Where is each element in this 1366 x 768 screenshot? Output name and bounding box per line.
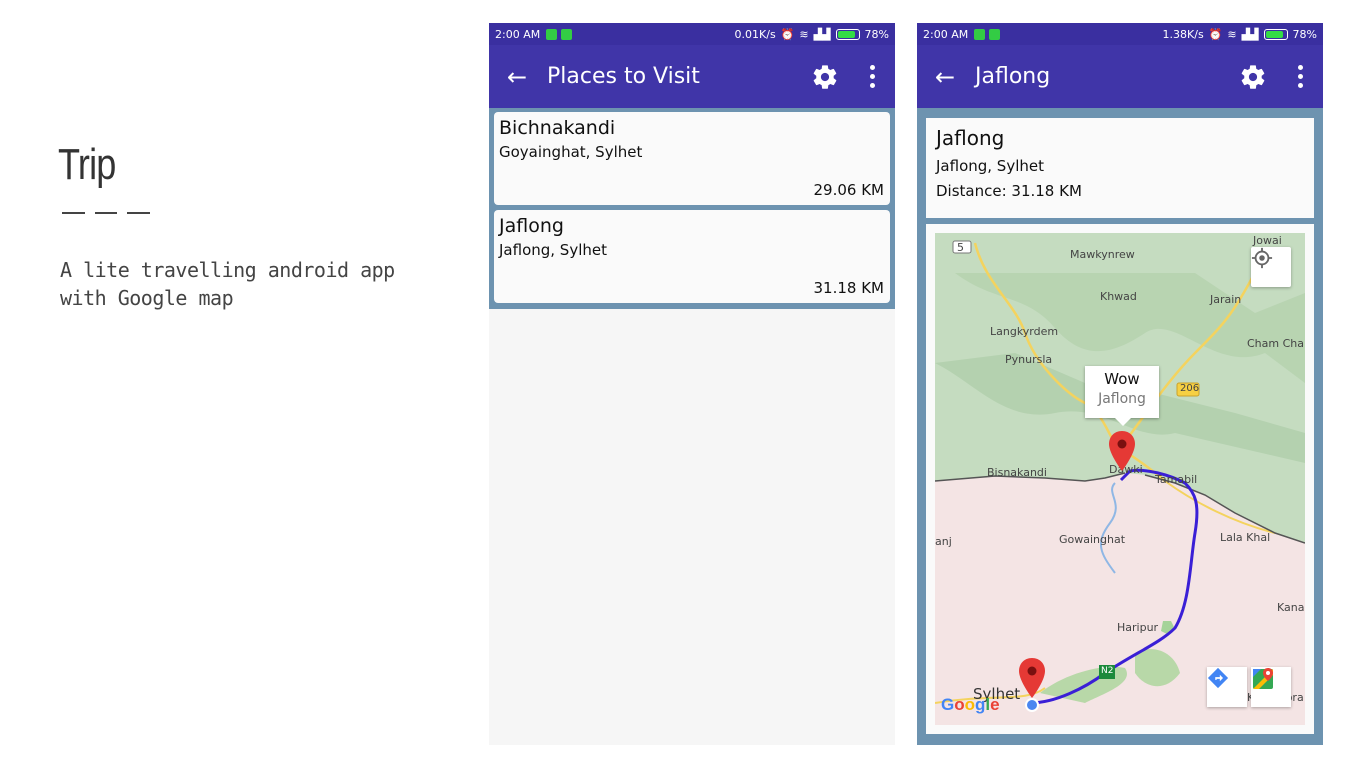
map-label-gowainghat: Gowainghat — [1059, 533, 1126, 546]
network-speed: 1.38K/s — [1162, 27, 1204, 41]
map-label-jarain: Jarain — [1210, 293, 1242, 306]
alarm-icon: ⏰ — [1208, 27, 1223, 41]
status-bar: 2:00 AM 0.01K/s ⏰ ≋ ▟▟ 78% — [489, 23, 895, 45]
directions-icon — [1207, 667, 1229, 689]
page-title: Jaflong — [975, 64, 1051, 89]
my-location-button[interactable] — [1251, 247, 1291, 287]
map-label-mawkynrew: Mawkynrew — [1070, 248, 1135, 261]
map-label-road206: 206 — [1180, 383, 1200, 394]
place-address: Jaflong, Sylhet — [499, 241, 607, 259]
directions-button[interactable] — [1207, 667, 1247, 707]
place-card-jaflong[interactable]: Jaflong Jaflong, Sylhet 31.18 KM — [494, 210, 890, 303]
status-time: 2:00 AM — [495, 27, 541, 41]
open-in-maps-button[interactable] — [1251, 667, 1291, 707]
battery-icon — [835, 28, 860, 40]
detail-name: Jaflong — [936, 126, 1005, 150]
map-label-n2: N2 — [1101, 666, 1114, 676]
detail-distance: Distance: 31.18 KM — [936, 182, 1082, 200]
place-name: Jaflong — [499, 215, 564, 237]
signal-icon: ▟▟ — [813, 27, 831, 41]
info-subtitle: Jaflong — [1098, 391, 1146, 407]
place-distance: 29.06 KM — [813, 181, 885, 199]
marker-info-window[interactable]: Wow Jaflong — [1085, 366, 1159, 426]
page-title: Places to Visit — [547, 64, 700, 89]
info-title: Wow — [1104, 370, 1140, 388]
map-label-haripur: Haripur — [1117, 621, 1159, 634]
place-detail-card: Jaflong Jaflong, Sylhet Distance: 31.18 … — [926, 118, 1314, 218]
my-location-icon — [1251, 247, 1273, 269]
network-speed: 0.01K/s — [734, 27, 776, 41]
intro-title: Trip — [58, 140, 116, 189]
map-label-tamabil: Tamabil — [1155, 473, 1198, 486]
battery-level: 78% — [1292, 27, 1317, 41]
gear-icon[interactable] — [1235, 59, 1271, 95]
map-label-bisnakandi: Bisnakandi — [987, 466, 1047, 479]
map-label-langkyrdem: Langkyrdem — [990, 325, 1059, 338]
arrow-left-icon[interactable]: ← — [507, 63, 547, 91]
app-bar: ← Places to Visit — [489, 45, 895, 108]
wifi-icon: ≋ — [1227, 27, 1237, 41]
notification-icon — [546, 28, 558, 40]
place-address: Goyainghat, Sylhet — [499, 143, 643, 161]
phone-place-detail: 2:00 AM 1.38K/s ⏰ ≋ ▟▟ 78% ← Jaflong Jaf… — [917, 23, 1323, 745]
intro-description: A lite travelling android app with Googl… — [60, 258, 395, 310]
map-label-anj: anj — [935, 535, 952, 548]
signal-icon: ▟▟ — [1241, 27, 1259, 41]
map-label-lalakhal: Lala Khal — [1220, 531, 1271, 544]
place-distance: 31.18 KM — [813, 279, 885, 297]
map-label-kanai: Kanai — [1277, 601, 1305, 614]
phone-places-list: 2:00 AM 0.01K/s ⏰ ≋ ▟▟ 78% ← Places to V… — [489, 23, 895, 745]
notification-icon — [561, 28, 573, 40]
places-list: Bichnakandi Goyainghat, Sylhet 29.06 KM … — [489, 108, 895, 309]
detail-address: Jaflong, Sylhet — [936, 157, 1044, 175]
battery-level: 78% — [864, 27, 889, 41]
map-terrain — [935, 233, 1305, 725]
google-maps-icon — [1253, 668, 1273, 689]
wifi-icon: ≋ — [799, 27, 809, 41]
more-vert-icon[interactable] — [867, 65, 877, 88]
place-card-bichnakandi[interactable]: Bichnakandi Goyainghat, Sylhet 29.06 KM — [494, 112, 890, 205]
alarm-icon: ⏰ — [780, 27, 795, 41]
app-bar: ← Jaflong — [917, 45, 1323, 108]
map-label-khwad: Khwad — [1100, 290, 1137, 303]
map-label-jowai: Jowai — [1253, 234, 1282, 247]
status-time: 2:00 AM — [923, 27, 969, 41]
arrow-left-icon[interactable]: ← — [935, 63, 975, 91]
map-label-chamcha: Cham Cha — [1247, 337, 1304, 350]
google-map[interactable]: 5 Mawkynrew Jowai Khwad Jarain Langkyrde… — [935, 233, 1305, 725]
battery-icon — [1263, 28, 1288, 40]
notification-icon — [974, 28, 986, 40]
intro-divider — [62, 212, 151, 214]
gear-icon[interactable] — [807, 59, 843, 95]
map-container: 5 Mawkynrew Jowai Khwad Jarain Langkyrde… — [926, 224, 1314, 734]
status-bar: 2:00 AM 1.38K/s ⏰ ≋ ▟▟ 78% — [917, 23, 1323, 45]
map-label-road5: 5 — [957, 241, 964, 254]
place-name: Bichnakandi — [499, 117, 616, 139]
google-logo: Google — [941, 695, 1000, 714]
map-marker-icon[interactable] — [1109, 431, 1135, 471]
map-label-pynursla: Pynursla — [1005, 353, 1053, 366]
more-vert-icon[interactable] — [1295, 65, 1305, 88]
notification-icon — [989, 28, 1001, 40]
map-marker-icon[interactable] — [1019, 658, 1045, 698]
